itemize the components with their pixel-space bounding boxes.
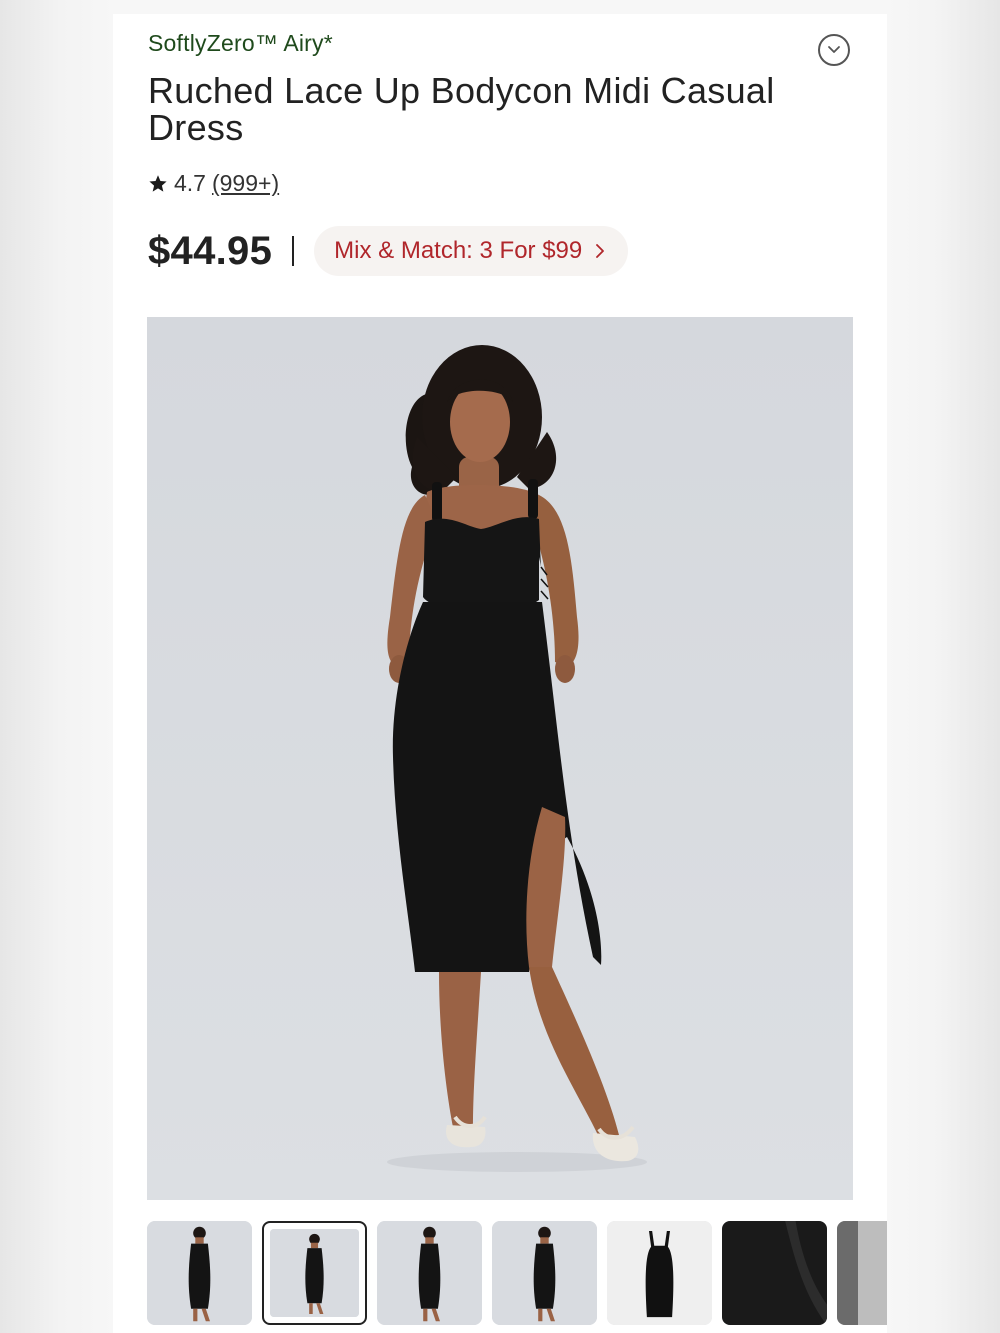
thumbnail-image <box>492 1221 597 1325</box>
thumbnail-strip <box>147 1221 887 1327</box>
chevron-down-icon <box>828 46 840 53</box>
chevron-right-icon <box>596 244 605 258</box>
brand-label[interactable]: SoftlyZero™ Airy* <box>148 30 333 57</box>
price-row: $44.95 Mix & Match: 3 For $99 <box>148 225 629 277</box>
model-in-black-dress-image <box>147 317 853 1200</box>
product-card: SoftlyZero™ Airy* Ruched Lace Up Bodycon… <box>113 14 887 1333</box>
thumbnail-image <box>837 1221 887 1325</box>
product-title: Ruched Lace Up Bodycon Midi Casual Dress <box>148 70 775 148</box>
thumbnail-image <box>377 1221 482 1325</box>
review-count-link[interactable]: (999+) <box>212 170 279 197</box>
star-icon <box>149 174 167 192</box>
rating-value: 4.7 <box>174 170 206 196</box>
product-main-image[interactable] <box>147 317 853 1200</box>
rating-row: 4.7 (999+) <box>148 170 279 197</box>
gallery-thumbnail[interactable] <box>147 1221 252 1325</box>
price-divider <box>292 236 295 266</box>
promo-label: Mix & Match: 3 For $99 <box>334 237 583 264</box>
gallery-thumbnail[interactable] <box>377 1221 482 1325</box>
gallery-thumbnail[interactable] <box>722 1221 827 1325</box>
thumbnail-image <box>270 1229 359 1317</box>
gallery-thumbnail[interactable] <box>492 1221 597 1325</box>
gallery-thumbnail[interactable] <box>837 1221 887 1325</box>
promo-badge-button[interactable]: Mix & Match: 3 For $99 <box>314 226 629 276</box>
thumbnail-image <box>147 1221 252 1325</box>
price: $44.95 <box>148 228 273 273</box>
gallery-thumbnail[interactable] <box>607 1221 712 1325</box>
gallery-thumbnail[interactable] <box>262 1221 367 1325</box>
collapse-button[interactable] <box>818 34 850 66</box>
thumbnail-image <box>607 1221 712 1325</box>
thumbnail-image <box>722 1221 827 1325</box>
